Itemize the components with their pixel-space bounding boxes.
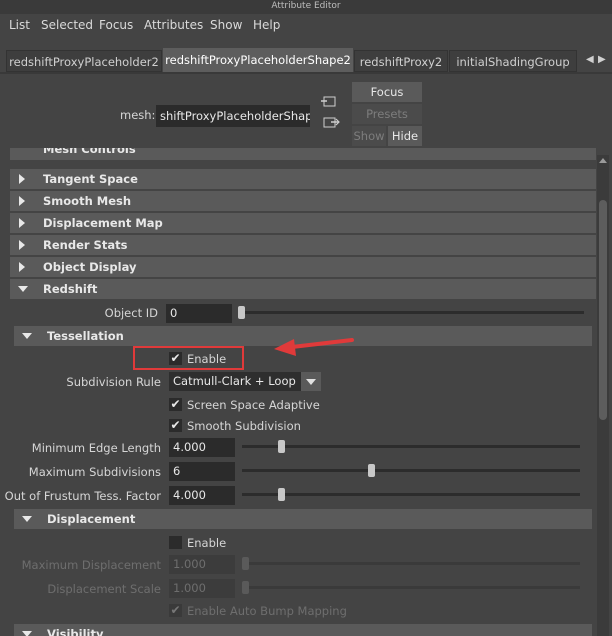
menu-show[interactable]: Show [210,18,242,32]
min-edge-length-slider-handle[interactable] [278,440,286,453]
section-tangent-space-label: Tangent Space [43,172,138,186]
section-displacement-map[interactable]: Displacement Map [10,213,596,233]
annotation-arrow-icon [274,338,354,356]
screen-space-adaptive-label: Screen Space Adaptive [187,398,320,412]
max-subdivisions-slider[interactable] [242,469,580,472]
expanded-arrow-icon [18,286,28,292]
output-connection-icon[interactable] [323,117,340,128]
window-title: Attribute Editor [0,0,612,14]
max-displacement-slider-handle[interactable] [242,557,249,570]
tab-scroll-right-icon[interactable]: ▶ [598,54,606,65]
auto-bump-mapping-checkbox[interactable]: ✔ [169,604,182,617]
frustum-factor-field[interactable]: 4.000 [169,486,235,505]
displacement-enable-label: Enable [187,536,227,550]
smooth-subdivision-label: Smooth Subdivision [187,419,301,433]
max-displacement-slider[interactable] [242,562,580,565]
section-render-stats[interactable]: Render Stats [10,235,596,255]
collapsed-arrow-icon [19,174,25,184]
section-mesh-controls[interactable]: Mesh Controls [10,148,596,160]
max-subdivisions-field[interactable]: 6 [169,462,235,481]
frustum-factor-slider[interactable] [242,493,580,496]
auto-bump-mapping-label: Enable Auto Bump Mapping [187,604,347,618]
tab-divider [0,72,612,74]
section-displacement[interactable]: Displacement [14,509,592,529]
frustum-factor-slider-handle[interactable] [278,488,286,501]
mesh-name-field[interactable]: shiftProxyPlaceholderShape2 [156,105,310,127]
menu-selected[interactable]: Selected [41,18,93,32]
displacement-scale-field[interactable]: 1.000 [169,579,235,598]
min-edge-length-label: Minimum Edge Length [31,441,161,455]
presets-button[interactable]: Presets [352,104,422,124]
object-id-slider-handle[interactable] [238,306,245,319]
min-edge-length-field[interactable]: 4.000 [169,438,235,457]
checkmark-icon: ✔ [170,418,181,432]
subdivision-rule-dropdown[interactable]: Catmull-Clark + Loop [169,372,301,391]
menu-attributes[interactable]: Attributes [144,18,203,32]
section-object-display[interactable]: Object Display [10,257,596,277]
expanded-arrow-icon [22,333,32,339]
tab-initial-shading-group[interactable]: initialShadingGroup [449,50,577,72]
scrollbar-thumb[interactable] [599,200,607,420]
section-visibility-label: Visibility [47,627,104,636]
scroll-up-icon[interactable] [599,158,607,163]
screen-space-adaptive-checkbox[interactable]: ✔ [169,398,182,411]
displacement-scale-label: Displacement Scale [47,582,161,596]
tab-proxy-placeholder-shape[interactable]: redshiftProxyPlaceholderShape2 [163,48,353,72]
menu-help[interactable]: Help [253,18,280,32]
tab-redshift-proxy[interactable]: redshiftProxy2 [354,50,448,72]
dropdown-arrow-button[interactable] [301,372,321,391]
show-button[interactable]: Show [352,126,386,146]
tab-proxy-placeholder[interactable]: redshiftProxyPlaceholder2 [6,50,162,72]
object-id-label: Object ID [104,306,158,320]
frustum-factor-label: Out of Frustum Tess. Factor [4,489,161,503]
displacement-scale-slider-handle[interactable] [242,581,249,594]
expanded-arrow-icon [22,631,32,636]
section-redshift[interactable]: Redshift [10,279,596,299]
section-object-display-label: Object Display [43,260,137,274]
subdivision-rule-label: Subdivision Rule [66,375,161,389]
section-redshift-label: Redshift [43,282,98,296]
section-visibility[interactable]: Visibility [14,624,592,636]
section-tessellation-label: Tessellation [47,329,124,343]
checkmark-icon: ✔ [170,603,181,617]
section-render-stats-label: Render Stats [43,238,128,252]
menu-list[interactable]: List [9,18,30,32]
object-id-slider[interactable] [238,311,584,314]
min-edge-length-slider[interactable] [242,445,580,448]
max-subdivisions-slider-handle[interactable] [367,464,375,477]
collapsed-arrow-icon [19,262,25,272]
input-output-icons[interactable] [321,95,341,135]
chevron-down-icon [306,379,316,385]
menu-focus[interactable]: Focus [99,18,133,32]
collapsed-arrow-icon [19,240,25,250]
hide-button[interactable]: Hide [388,126,422,146]
max-displacement-field[interactable]: 1.000 [169,555,235,574]
section-smooth-mesh[interactable]: Smooth Mesh [10,191,596,211]
tab-scroll-left-icon[interactable]: ◀ [586,54,594,65]
focus-button[interactable]: Focus [352,82,422,102]
section-mesh-controls-label: Mesh Controls [43,148,136,156]
max-subdivisions-label: Maximum Subdivisions [28,465,161,479]
mesh-label: mesh: [120,108,156,122]
displacement-enable-checkbox[interactable] [169,536,182,549]
section-displacement-map-label: Displacement Map [43,216,163,230]
collapsed-arrow-icon [19,196,25,206]
checkmark-icon: ✔ [170,397,181,411]
annotation-highlight-box [133,346,244,370]
section-tangent-space[interactable]: Tangent Space [10,169,596,189]
collapsed-arrow-icon [19,218,25,228]
object-id-field[interactable]: 0 [166,304,232,323]
smooth-subdivision-checkbox[interactable]: ✔ [169,419,182,432]
section-smooth-mesh-label: Smooth Mesh [43,194,132,208]
input-connection-icon[interactable] [321,96,336,107]
expanded-arrow-icon [22,516,32,522]
max-displacement-label: Maximum Displacement [21,558,161,572]
displacement-scale-slider[interactable] [242,586,580,589]
section-displacement-label: Displacement [47,512,136,526]
